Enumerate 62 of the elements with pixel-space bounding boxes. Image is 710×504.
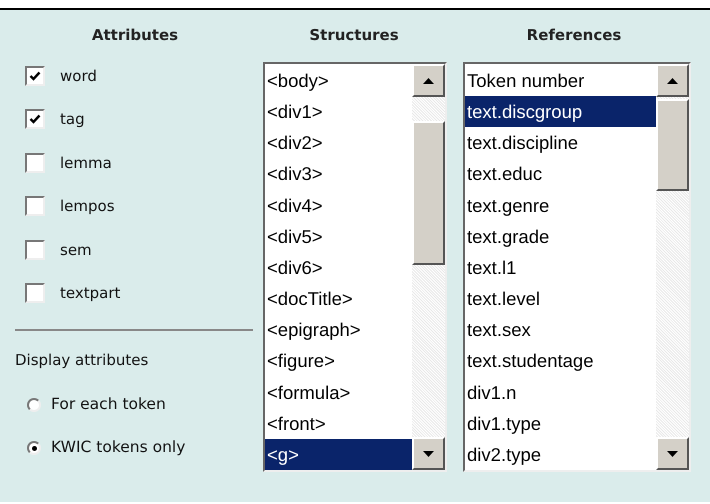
list-item[interactable]: <front> bbox=[265, 408, 412, 439]
list-item[interactable]: <div3> bbox=[265, 158, 412, 190]
list-item[interactable]: <div5> bbox=[265, 220, 412, 252]
column-heading: Attributes bbox=[90, 25, 180, 46]
list-item[interactable]: text.level bbox=[465, 283, 656, 314]
scrollbar[interactable] bbox=[656, 64, 689, 470]
checkbox-label[interactable]: word bbox=[60, 64, 97, 87]
up-arrow-icon bbox=[667, 78, 678, 84]
section-label: Display attributes bbox=[15, 350, 148, 371]
checkbox-label[interactable]: tag bbox=[60, 108, 85, 130]
checkmark-icon bbox=[29, 113, 41, 126]
list-item[interactable]: text.genre bbox=[465, 190, 656, 221]
checkbox[interactable] bbox=[25, 283, 45, 304]
list-item[interactable]: text.educ bbox=[465, 158, 656, 190]
checkmark-icon bbox=[29, 70, 41, 82]
list-item[interactable]: <div4> bbox=[265, 190, 412, 221]
checkbox[interactable] bbox=[25, 109, 45, 130]
list-item[interactable]: div1.n bbox=[465, 376, 656, 408]
checkbox[interactable] bbox=[25, 152, 45, 173]
checkbox[interactable] bbox=[25, 240, 45, 260]
list-box[interactable]: <body> <div1> <div2> <div3> <div4> <div5> <div6> <docTitle> <epigraph> <figure> <formula> <front> <g> bbox=[263, 62, 447, 472]
list-item[interactable]: <g> bbox=[265, 438, 412, 470]
radio-button[interactable] bbox=[27, 441, 41, 455]
radio-label[interactable]: KWIC tokens only bbox=[51, 436, 186, 460]
checkbox-label[interactable]: textpart bbox=[60, 282, 120, 304]
list-item[interactable]: Token number bbox=[465, 65, 656, 96]
up-arrow-icon bbox=[423, 78, 434, 84]
down-arrow-icon bbox=[423, 450, 434, 456]
scroll-thumb[interactable] bbox=[412, 121, 445, 265]
checkbox[interactable] bbox=[25, 196, 45, 216]
list-item[interactable]: <body> bbox=[265, 65, 412, 96]
list-item[interactable]: div2.type bbox=[465, 438, 656, 470]
list-item[interactable]: <docTitle> bbox=[265, 283, 412, 314]
scroll-up-button[interactable] bbox=[412, 64, 445, 97]
column-heading: References bbox=[526, 25, 622, 46]
scroll-up-button[interactable] bbox=[656, 64, 689, 97]
checkbox[interactable] bbox=[25, 66, 45, 86]
scrollbar[interactable] bbox=[412, 64, 445, 470]
list-item[interactable]: div1.type bbox=[465, 408, 656, 439]
list-item[interactable]: text.grade bbox=[465, 220, 656, 252]
scroll-down-button[interactable] bbox=[656, 437, 689, 470]
list-item[interactable]: <epigraph> bbox=[265, 314, 412, 346]
down-arrow-icon bbox=[667, 450, 678, 456]
scroll-down-button[interactable] bbox=[412, 437, 445, 470]
list-item[interactable]: text.discgroup bbox=[465, 96, 656, 128]
list-item[interactable]: <div6> bbox=[265, 252, 412, 284]
radio-label[interactable]: For each token bbox=[51, 393, 166, 417]
list-item[interactable]: text.studentage bbox=[465, 345, 656, 377]
list-item[interactable]: text.l1 bbox=[465, 252, 656, 284]
checkbox-label[interactable]: sem bbox=[60, 238, 92, 261]
list-item[interactable]: <formula> bbox=[265, 376, 412, 408]
checkbox-label[interactable]: lempos bbox=[60, 195, 115, 218]
list-item[interactable]: <div2> bbox=[265, 127, 412, 158]
column-heading: Structures bbox=[309, 25, 399, 46]
radio-button[interactable] bbox=[27, 398, 41, 412]
list-box[interactable]: Token number text.discgroup text.discipline text.educ text.genre text.grade text.l1 text.level text.sex text.studentage div1.n div1.type div2.type bbox=[463, 62, 691, 472]
checkbox-label[interactable]: lemma bbox=[60, 152, 112, 174]
list-item[interactable]: text.sex bbox=[465, 314, 656, 346]
scroll-thumb[interactable] bbox=[656, 99, 689, 191]
list-item[interactable]: text.discipline bbox=[465, 127, 656, 158]
list-item[interactable]: <figure> bbox=[265, 345, 412, 377]
list-item[interactable]: <div1> bbox=[265, 96, 412, 128]
